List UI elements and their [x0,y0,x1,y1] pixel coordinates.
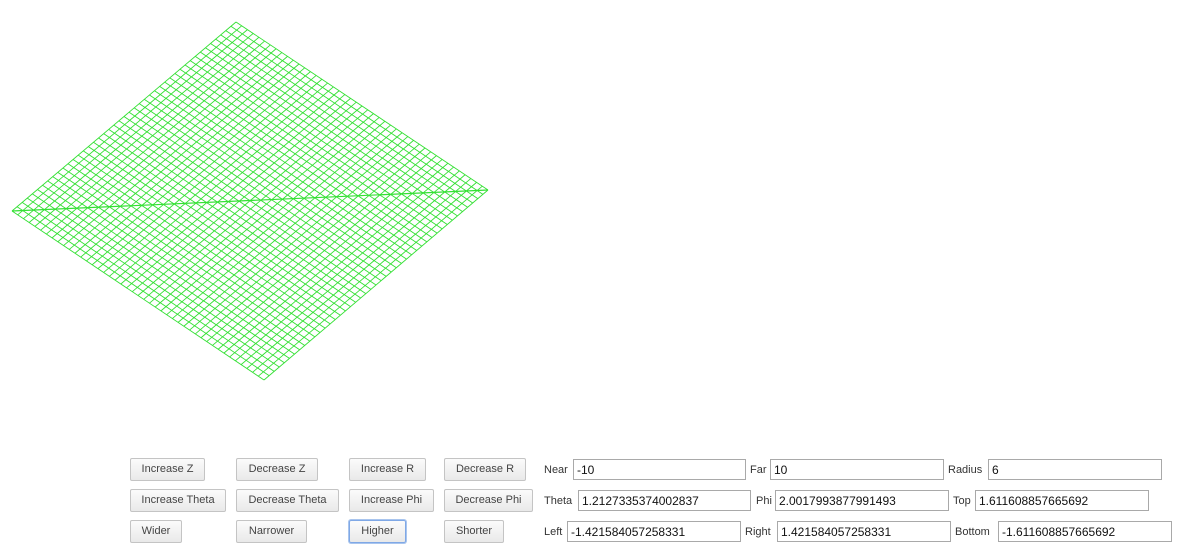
3d-viewport[interactable] [0,0,560,420]
grid-line [93,141,346,312]
grid-line [88,146,341,316]
far-input[interactable] [770,459,944,480]
grid-line [27,197,280,368]
grid-line [154,117,380,308]
grid-line [11,210,265,381]
top-label: Top [953,495,971,507]
theta-label: Theta [544,495,573,507]
increase-theta-button[interactable]: Increase Theta [130,489,226,512]
top-input[interactable] [975,490,1149,511]
grid-line [246,178,472,369]
phi-label: Phi [756,495,772,507]
grid-line [160,120,386,312]
near-input[interactable] [573,459,746,480]
grid-line [98,137,351,307]
wider-button[interactable]: Wider [130,520,182,543]
right-label: Right [745,526,771,538]
grid-line [166,124,391,316]
grid-line [183,136,409,327]
bottom-input[interactable] [998,521,1172,542]
grid-line [177,132,403,323]
right-input[interactable] [777,521,951,542]
grid-line [42,184,295,355]
higher-button[interactable]: Higher [349,520,406,543]
near-label: Near [544,464,568,476]
left-label: Left [544,526,563,538]
grid-line [32,193,285,364]
grid-line [103,133,356,303]
grid-line [257,185,483,377]
grid-line [263,189,489,381]
grid-line [172,128,397,319]
far-label: Far [750,464,767,476]
decrease-r-button[interactable]: Decrease R [444,458,526,481]
grid-line [52,176,305,346]
grid-line [37,189,290,359]
grid-line [143,109,369,300]
increase-phi-button[interactable]: Increase Phi [349,489,434,512]
grid-line [67,163,321,333]
decrease-phi-button[interactable]: Decrease Phi [444,489,533,512]
decrease-z-button[interactable]: Decrease Z [236,458,318,481]
increase-z-button[interactable]: Increase Z [130,458,205,481]
grid-line [206,151,432,342]
grid-line [21,202,275,372]
radius-input[interactable] [988,459,1162,480]
grid-line [252,182,477,373]
grid-line [83,150,336,320]
grid-line [189,140,414,331]
left-input[interactable] [567,521,741,542]
increase-r-button[interactable]: Increase R [349,458,426,481]
narrower-button[interactable]: Narrower [236,520,307,543]
grid-line [200,147,426,339]
grid-line [57,171,311,342]
grid-line [77,154,331,325]
grid-line [108,129,361,299]
grid-line [149,113,374,304]
shorter-button[interactable]: Shorter [444,520,504,543]
grid-line [223,162,449,354]
grid-line [16,206,270,377]
grid-line [194,143,420,335]
grid-line [229,166,454,358]
bottom-label: Bottom [955,526,990,538]
theta-input[interactable] [578,490,751,511]
grid-line [217,159,443,350]
grid-line [212,155,437,346]
grid-line [72,159,326,329]
grid-line [113,124,367,295]
grid-line [47,180,300,351]
grid-line [62,167,316,338]
radius-label: Radius [948,464,983,476]
grid-line [240,174,466,365]
phi-input[interactable] [775,490,949,511]
wireframe-grid [11,21,489,381]
decrease-theta-button[interactable]: Decrease Theta [236,489,339,512]
